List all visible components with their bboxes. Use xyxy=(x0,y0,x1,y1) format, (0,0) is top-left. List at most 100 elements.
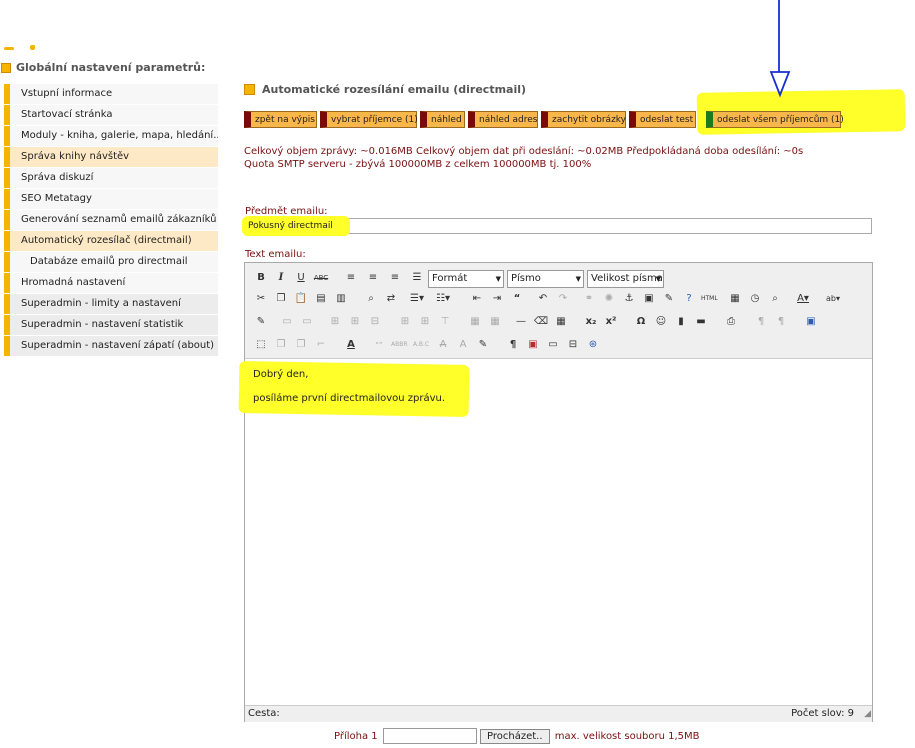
table-icon-4[interactable]: ⊞ xyxy=(397,314,413,330)
insert-date-icon[interactable]: ▦ xyxy=(727,291,743,307)
print-icon[interactable]: ⎙ xyxy=(723,314,739,330)
sidebar-item-sprava-diskuzi[interactable]: Správa diskuzí xyxy=(4,168,218,188)
numbered-list-icon[interactable]: ☷▾ xyxy=(435,291,451,307)
bold-icon[interactable]: B xyxy=(253,270,269,286)
resize-handle-icon[interactable]: ◢ xyxy=(864,709,871,719)
sidebar-item-hromadna-nastaveni[interactable]: Hromadná nastavení xyxy=(4,273,218,293)
preview-button[interactable]: náhled xyxy=(420,111,465,128)
outdent-icon[interactable]: ⇤ xyxy=(469,291,485,307)
absolute-icon[interactable]: ⌐ xyxy=(313,337,329,353)
font-color-icon[interactable]: A▾ xyxy=(795,291,811,307)
sidebar-item-superadmin-limity[interactable]: Superadmin - limity a nastavení xyxy=(4,294,218,314)
replace-icon[interactable]: ⇄ xyxy=(383,291,399,307)
layer-icon[interactable]: ⬚ xyxy=(253,337,269,353)
italic-icon[interactable]: I xyxy=(273,270,289,286)
send-test-button[interactable]: odeslat test xyxy=(629,111,696,128)
format-select[interactable]: Formát ▼ xyxy=(428,270,504,288)
merge-cells-icon[interactable]: ▦ xyxy=(467,314,483,330)
hr-icon[interactable]: ▬ xyxy=(693,314,709,330)
horizontal-rule-icon[interactable]: — xyxy=(513,314,529,330)
select-recipients-button[interactable]: vybrat příjemce (1) xyxy=(320,111,418,128)
ins-icon[interactable]: A xyxy=(455,337,471,353)
sidebar-item-seo-metatagy[interactable]: SEO Metatagy xyxy=(4,189,218,209)
help-icon[interactable]: ? xyxy=(681,291,697,307)
visual-aid-icon[interactable]: ▦ xyxy=(553,314,569,330)
rtl-icon[interactable]: ¶ xyxy=(773,314,789,330)
blockquote-icon[interactable]: “ xyxy=(509,291,525,307)
align-center-icon[interactable]: ≡ xyxy=(365,270,381,286)
editor-content[interactable]: Dobrý den, posíláme první directmailovou… xyxy=(253,363,445,411)
anchor-icon[interactable]: ⚓ xyxy=(621,291,637,307)
move-backward-icon[interactable]: ❐ xyxy=(293,337,309,353)
acronym-icon[interactable]: A.B.C xyxy=(413,337,429,353)
image-icon[interactable]: ▣ xyxy=(641,291,657,307)
edit-css-icon[interactable]: ✎ xyxy=(253,314,269,330)
sidebar-item-moduly[interactable]: Moduly - kniha, galerie, mapa, hledání.. xyxy=(4,126,218,146)
emoticons-icon[interactable]: ☺ xyxy=(653,314,669,330)
del-icon[interactable]: A xyxy=(435,337,451,353)
unlink-icon[interactable]: ✺ xyxy=(601,291,617,307)
visual-chars-icon[interactable]: ¶ xyxy=(505,337,521,353)
browse-button[interactable]: Procházet.. xyxy=(480,728,550,744)
underline-icon[interactable]: U xyxy=(293,270,309,286)
media-icon[interactable]: ▮ xyxy=(673,314,689,330)
paste-icon[interactable]: 📋 xyxy=(293,291,309,307)
table-icon-2[interactable]: ⊞ xyxy=(347,314,363,330)
indent-icon[interactable]: ⇥ xyxy=(489,291,505,307)
insert-time-icon[interactable]: ◷ xyxy=(747,291,763,307)
nonbreaking-icon[interactable]: ▭ xyxy=(545,337,561,353)
cut-icon[interactable]: ✂ xyxy=(253,291,269,307)
row-properties-icon[interactable]: ▭ xyxy=(299,314,315,330)
align-left-icon[interactable]: ≡ xyxy=(343,270,359,286)
undo-icon[interactable]: ↶ xyxy=(535,291,551,307)
split-cells-icon[interactable]: ▦ xyxy=(487,314,503,330)
template-icon[interactable]: ▣ xyxy=(525,337,541,353)
move-forward-icon[interactable]: ❐ xyxy=(273,337,289,353)
special-char-icon[interactable]: Ω xyxy=(633,314,649,330)
attribs-icon[interactable]: ✎ xyxy=(475,337,491,353)
pagebreak-icon[interactable]: ⊟ xyxy=(565,337,581,353)
highlight-color-icon[interactable]: ab▾ xyxy=(825,291,841,307)
font-select[interactable]: Písmo ▼ xyxy=(507,270,584,288)
send-all-button[interactable]: odeslat všem příjemcům (1) xyxy=(706,111,844,128)
table-icon-1[interactable]: ⊞ xyxy=(327,314,343,330)
redo-icon[interactable]: ↷ xyxy=(555,291,571,307)
align-right-icon[interactable]: ≡ xyxy=(387,270,403,286)
link-icon[interactable]: ⚭ xyxy=(581,291,597,307)
fullscreen-icon[interactable]: ▣ xyxy=(803,314,819,330)
sidebar-item-directmail[interactable]: Automatický rozesílač (directmail) xyxy=(4,231,218,251)
subject-input[interactable]: Pokusný directmail xyxy=(242,216,872,236)
sidebar-item-superadmin-zapati[interactable]: Superadmin - nastavení zápatí (about) xyxy=(4,336,218,356)
strikethrough-icon[interactable]: ABC xyxy=(313,270,329,286)
insert-file-icon[interactable]: ⊛ xyxy=(585,337,601,353)
find-icon[interactable]: ⌕ xyxy=(363,291,379,307)
sidebar-item-sprava-knihy[interactable]: Správa knihy návštěv xyxy=(4,147,218,167)
sidebar-item-databaze-emailu[interactable]: Databáze emailů pro directmail xyxy=(4,252,218,272)
style-props-icon[interactable]: A xyxy=(343,337,359,353)
abbr-icon[interactable]: ABBR xyxy=(391,337,408,353)
copy-icon[interactable]: ❐ xyxy=(273,291,289,307)
table-icon-5[interactable]: ⊞ xyxy=(417,314,433,330)
html-icon[interactable]: HTML xyxy=(701,291,718,307)
ltr-icon[interactable]: ¶ xyxy=(753,314,769,330)
preview-addresses-button[interactable]: náhled adres xyxy=(468,111,538,128)
sidebar-item-vstupni-informace[interactable]: Vstupní informace xyxy=(4,84,218,104)
sidebar-item-superadmin-statistiky[interactable]: Superadmin - nastavení statistik xyxy=(4,315,218,335)
font-size-select[interactable]: Velikost písma ▼ xyxy=(587,270,664,288)
remove-format-icon[interactable]: ⌫ xyxy=(533,314,549,330)
subscript-icon[interactable]: x₂ xyxy=(583,314,599,330)
back-to-list-button[interactable]: zpět na výpis xyxy=(244,111,317,128)
align-justify-icon[interactable]: ☰ xyxy=(409,270,425,286)
cleanup-icon[interactable]: ✎ xyxy=(661,291,677,307)
paste-word-icon[interactable]: ▥ xyxy=(333,291,349,307)
table-icon-3[interactable]: ⊟ xyxy=(367,314,383,330)
table-icon-6[interactable]: ⊤ xyxy=(437,314,453,330)
preview-icon[interactable]: ⌕ xyxy=(767,291,783,307)
paste-text-icon[interactable]: ▤ xyxy=(313,291,329,307)
superscript-icon[interactable]: x² xyxy=(603,314,619,330)
attachment-file-input[interactable] xyxy=(382,728,477,744)
cite-icon[interactable]: “” xyxy=(371,337,387,353)
sidebar-item-startovaci-stranka[interactable]: Startovací stránka xyxy=(4,105,218,125)
bullet-list-icon[interactable]: ☰▾ xyxy=(409,291,425,307)
insert-row-icon[interactable]: ▭ xyxy=(279,314,295,330)
